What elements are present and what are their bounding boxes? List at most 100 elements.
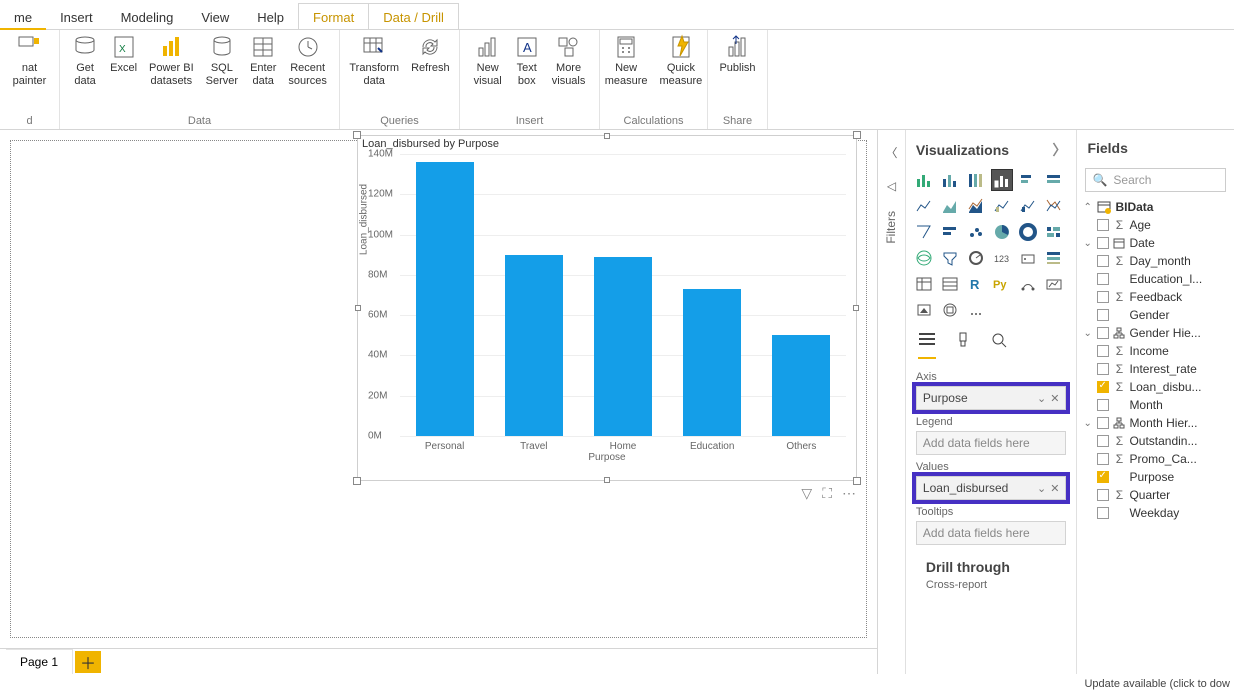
resize-handle[interactable]: [353, 477, 361, 485]
field-checkbox[interactable]: [1097, 489, 1109, 501]
viz-type-icon[interactable]: [939, 169, 961, 191]
focus-mode-icon[interactable]: ⛶: [822, 485, 832, 502]
viz-type-icon[interactable]: [913, 247, 935, 269]
viz-type-icon[interactable]: [1017, 169, 1039, 191]
data-bar[interactable]: [772, 335, 830, 436]
viz-type-icon[interactable]: [965, 169, 987, 191]
remove-icon[interactable]: ✕: [1050, 482, 1059, 495]
viz-type-icon[interactable]: [1043, 221, 1065, 243]
filter-icon[interactable]: ▽: [801, 485, 812, 502]
resize-handle[interactable]: [355, 305, 361, 311]
data-bar[interactable]: [683, 289, 741, 436]
viz-type-icon[interactable]: R: [965, 273, 987, 295]
viz-type-icon[interactable]: [1043, 247, 1065, 269]
report-canvas[interactable]: Loan_disbursed by Purpose Loan_disbursed…: [0, 130, 877, 648]
viz-type-icon[interactable]: [1043, 195, 1065, 217]
field-checkbox[interactable]: [1097, 327, 1109, 339]
viz-type-icon[interactable]: [991, 221, 1013, 243]
field-checkbox[interactable]: [1097, 417, 1109, 429]
viz-type-icon[interactable]: [1017, 195, 1039, 217]
page-tab-1[interactable]: Page 1: [6, 649, 73, 674]
transform-data-button[interactable]: Transform data: [343, 34, 405, 87]
tab-help[interactable]: Help: [243, 4, 298, 29]
update-available-text[interactable]: Update available (click to dow: [1084, 678, 1230, 690]
viz-type-icon[interactable]: [1017, 221, 1039, 243]
viz-type-icon[interactable]: [965, 195, 987, 217]
viz-type-icon[interactable]: 123: [991, 247, 1013, 269]
field-checkbox[interactable]: [1097, 381, 1109, 393]
viz-type-icon[interactable]: [939, 195, 961, 217]
refresh-button[interactable]: Refresh: [405, 34, 456, 75]
resize-handle[interactable]: [853, 305, 859, 311]
table-node[interactable]: ⌃BIData: [1077, 198, 1234, 216]
chevron-down-icon[interactable]: ⌄: [1037, 482, 1046, 495]
tab-home[interactable]: me: [0, 4, 46, 29]
field-checkbox[interactable]: [1097, 345, 1109, 357]
field-row[interactable]: ΣPromo_Ca...: [1077, 450, 1234, 468]
viz-type-icon[interactable]: [991, 195, 1013, 217]
resize-handle[interactable]: [853, 477, 861, 485]
viz-type-icon[interactable]: [965, 299, 987, 321]
more-visuals-button[interactable]: More visuals: [546, 34, 592, 87]
field-checkbox[interactable]: [1097, 219, 1109, 231]
field-row[interactable]: ⌄Date: [1077, 234, 1234, 252]
format-painter-button[interactable]: nat painter: [6, 34, 53, 87]
field-checkbox[interactable]: [1097, 453, 1109, 465]
tab-modeling[interactable]: Modeling: [107, 4, 188, 29]
resize-handle[interactable]: [604, 133, 610, 139]
viz-type-icon[interactable]: [965, 221, 987, 243]
quick-measure-button[interactable]: Quick measure: [654, 34, 709, 87]
field-checkbox[interactable]: [1097, 255, 1109, 267]
viz-type-icon[interactable]: [913, 273, 935, 295]
values-well[interactable]: Loan_disbursed⌄✕: [916, 476, 1067, 500]
field-row[interactable]: ΣIncome: [1077, 342, 1234, 360]
viz-type-icon[interactable]: [913, 195, 935, 217]
expand-icon[interactable]: ⌄: [1083, 238, 1093, 249]
field-row[interactable]: Purpose: [1077, 468, 1234, 486]
viz-type-icon[interactable]: [939, 221, 961, 243]
pbi-datasets-button[interactable]: Power BI datasets: [143, 34, 200, 87]
viz-type-icon[interactable]: [913, 169, 935, 191]
get-data-button[interactable]: Get data: [66, 34, 104, 87]
field-row[interactable]: ⌄Month Hier...: [1077, 414, 1234, 432]
new-visual-button[interactable]: New visual: [468, 34, 508, 87]
field-row[interactable]: ⌄Gender Hie...: [1077, 324, 1234, 342]
field-checkbox[interactable]: [1097, 291, 1109, 303]
field-checkbox[interactable]: [1097, 309, 1109, 321]
add-page-button[interactable]: ＋: [75, 651, 101, 673]
field-row[interactable]: ΣDay_month: [1077, 252, 1234, 270]
viz-type-icon[interactable]: [1043, 273, 1065, 295]
recent-sources-button[interactable]: Recent sources: [282, 34, 333, 87]
field-row[interactable]: ΣQuarter: [1077, 486, 1234, 504]
field-row[interactable]: Weekday: [1077, 504, 1234, 522]
field-checkbox[interactable]: [1097, 507, 1109, 519]
field-row[interactable]: Education_l...: [1077, 270, 1234, 288]
tab-data-drill[interactable]: Data / Drill: [368, 3, 459, 29]
expand-icon[interactable]: ⌄: [1083, 328, 1093, 339]
field-checkbox[interactable]: [1097, 435, 1109, 447]
sql-server-button[interactable]: SQL Server: [200, 34, 244, 87]
viz-type-icon[interactable]: [913, 299, 935, 321]
remove-icon[interactable]: ✕: [1050, 392, 1059, 405]
field-row[interactable]: Month: [1077, 396, 1234, 414]
field-checkbox[interactable]: [1097, 237, 1109, 249]
field-checkbox[interactable]: [1097, 273, 1109, 285]
data-bar[interactable]: [416, 162, 474, 436]
analytics-tab-icon[interactable]: [990, 331, 1008, 358]
legend-well[interactable]: Add data fields here: [916, 431, 1067, 455]
viz-type-icon[interactable]: [1017, 273, 1039, 295]
field-row[interactable]: ΣLoan_disbu...: [1077, 378, 1234, 396]
tab-format[interactable]: Format: [298, 3, 369, 29]
data-bar[interactable]: [594, 257, 652, 436]
expand-icon[interactable]: ⌄: [1083, 418, 1093, 429]
tab-view[interactable]: View: [187, 4, 243, 29]
fields-tab-icon[interactable]: [918, 330, 936, 359]
viz-type-icon[interactable]: [939, 247, 961, 269]
data-bar[interactable]: [505, 255, 563, 436]
chevron-down-icon[interactable]: ⌄: [1037, 392, 1046, 405]
text-box-button[interactable]: AText box: [508, 34, 546, 87]
resize-handle[interactable]: [353, 131, 361, 139]
resize-handle[interactable]: [604, 477, 610, 483]
field-row[interactable]: ΣAge: [1077, 216, 1234, 234]
viz-type-icon[interactable]: Py: [991, 273, 1013, 295]
